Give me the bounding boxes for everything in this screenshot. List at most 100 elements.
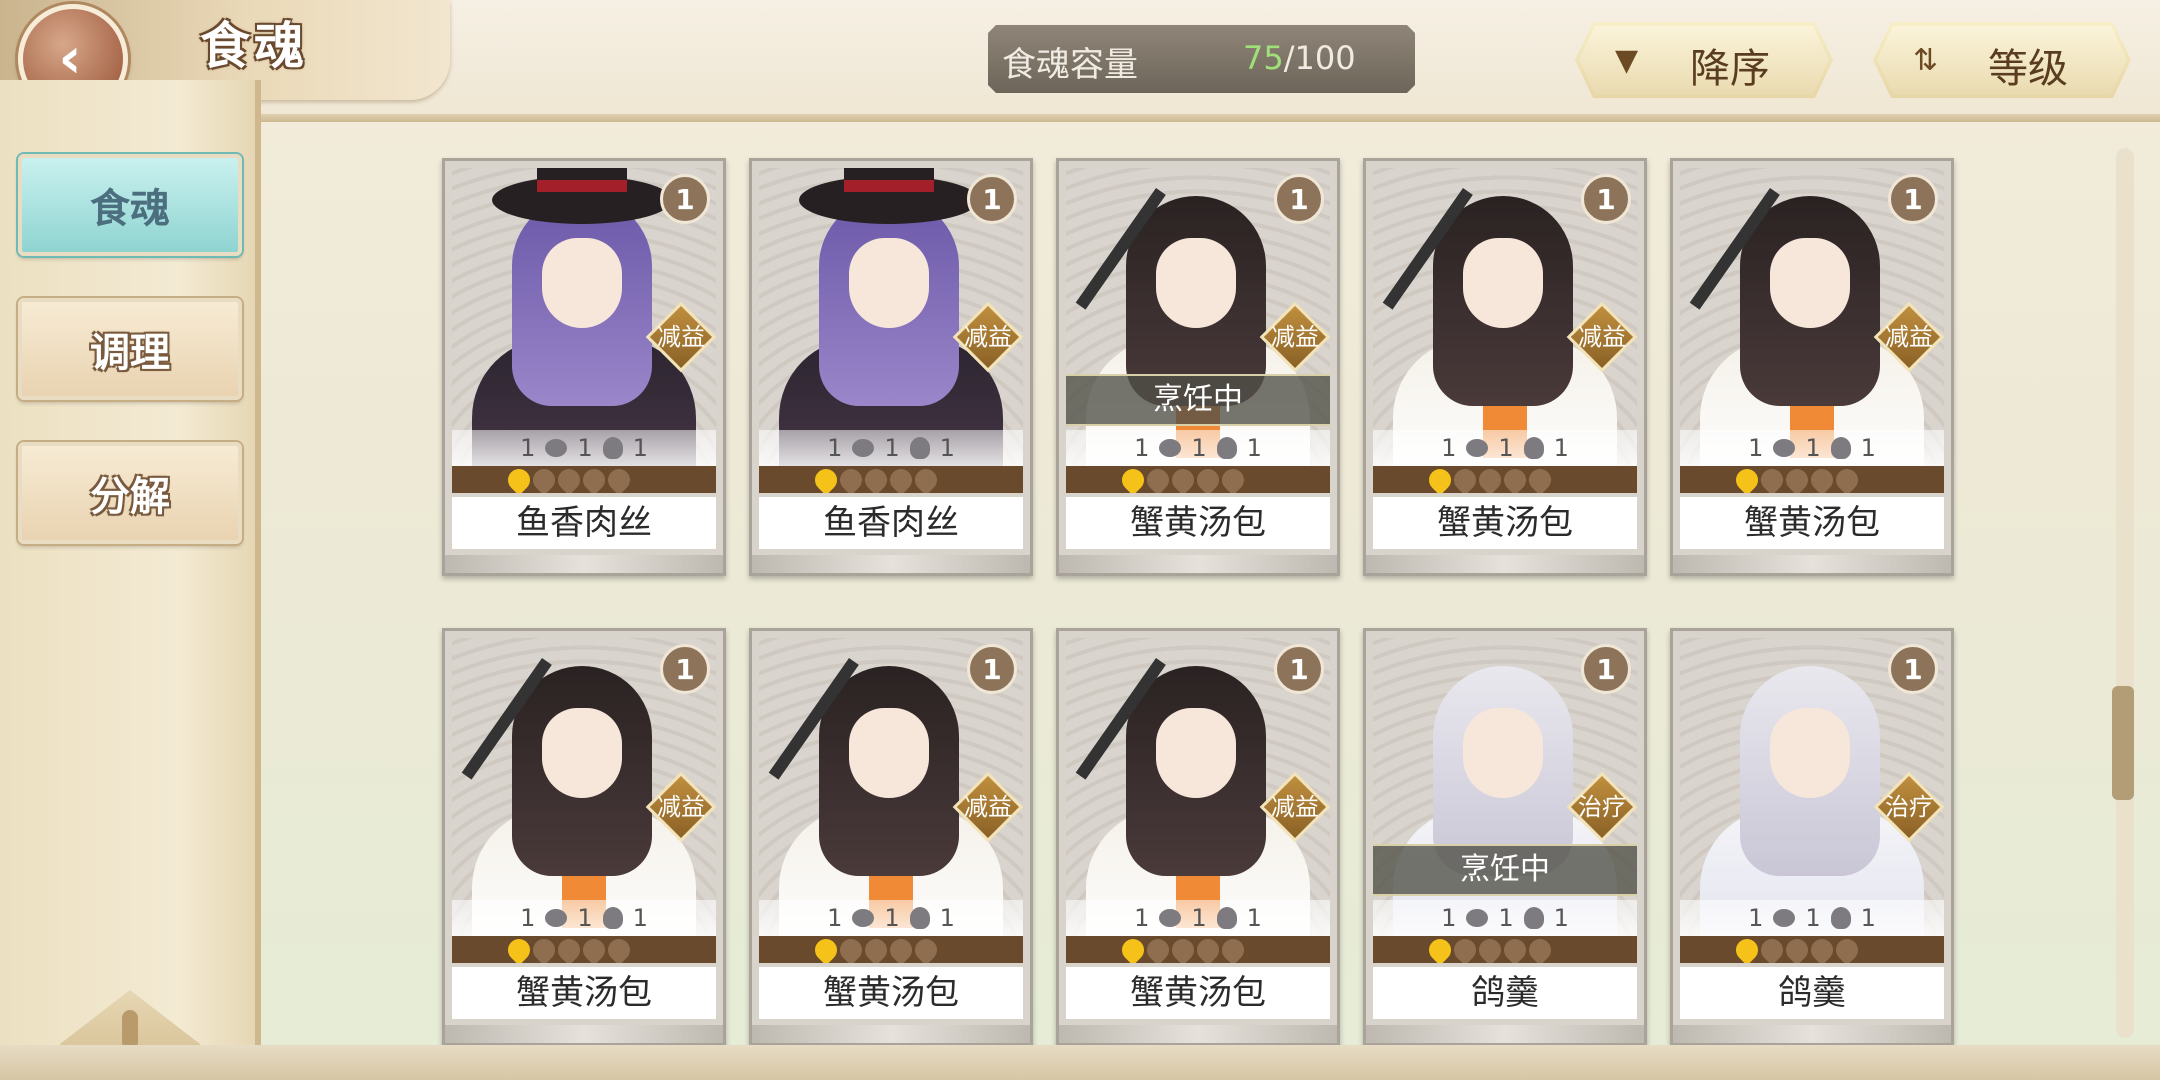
stats-row: 1 1 1 bbox=[1680, 900, 1944, 936]
card-name: 蟹黄汤包 bbox=[452, 967, 716, 1019]
flame-star-icon bbox=[1756, 934, 1788, 963]
star-rating bbox=[1373, 934, 1637, 963]
character-face bbox=[1156, 708, 1236, 798]
food-soul-card[interactable]: 1 减益 1 1 1 蟹黄汤包 bbox=[749, 628, 1033, 1046]
star-rating bbox=[759, 934, 1023, 963]
stat-value: 1 bbox=[1246, 434, 1262, 462]
card-base bbox=[1673, 1025, 1951, 1043]
star-rating bbox=[1373, 464, 1637, 493]
card-name: 鱼香肉丝 bbox=[759, 497, 1023, 549]
card-name: 蟹黄汤包 bbox=[759, 967, 1023, 1019]
scrollbar-track[interactable] bbox=[2116, 148, 2134, 1038]
flame-star-icon bbox=[810, 934, 842, 963]
role-label: 减益 bbox=[1271, 323, 1319, 351]
flame-star-icon bbox=[1474, 464, 1506, 493]
food-soul-card[interactable]: 1 减益 1 1 1 鱼香肉丝 bbox=[442, 158, 726, 576]
bottom-band bbox=[0, 1045, 2160, 1080]
stats-row: 1 1 1 bbox=[759, 900, 1023, 936]
character-portrait: 1 减益 1 1 1 bbox=[1680, 168, 1944, 493]
role-label: 减益 bbox=[1885, 323, 1933, 351]
character-face bbox=[1770, 238, 1850, 328]
stats-row: 1 1 1 bbox=[452, 900, 716, 936]
stat-value: 1 bbox=[827, 904, 843, 932]
flame-star-icon bbox=[1449, 464, 1481, 493]
food-soul-card[interactable]: 1 减益 1 1 1 鱼香肉丝 bbox=[749, 158, 1033, 576]
character-face bbox=[849, 708, 929, 798]
capacity-current: 75 bbox=[1243, 39, 1284, 77]
flame-star-icon bbox=[553, 464, 585, 493]
food-soul-card[interactable]: 1 减益 1 1 1 蟹黄汤包 bbox=[442, 628, 726, 1046]
stat-value: 1 bbox=[1498, 434, 1514, 462]
stat-value: 1 bbox=[884, 434, 900, 462]
food-soul-card[interactable]: 1 减益 1 1 1 蟹黄汤包 bbox=[1363, 158, 1647, 576]
character-portrait: 1 减益 1 1 1 bbox=[1066, 638, 1330, 963]
stat-value: 1 bbox=[1860, 434, 1876, 462]
stat-value: 1 bbox=[1191, 904, 1207, 932]
food-soul-card[interactable]: 1 治疗 1 1 1 鸽羹 bbox=[1670, 628, 1954, 1046]
stat-value: 1 bbox=[577, 434, 593, 462]
stat-drop-icon bbox=[1830, 437, 1851, 459]
sidebar-item-food-souls[interactable]: 食魂 bbox=[18, 154, 242, 256]
flame-star-icon bbox=[1117, 464, 1149, 493]
card-base bbox=[445, 1025, 723, 1043]
sort-order-button[interactable]: ▼ 降序 bbox=[1575, 22, 1833, 98]
stat-drop-icon bbox=[602, 907, 623, 929]
card-base bbox=[1366, 555, 1644, 573]
role-label: 减益 bbox=[1578, 323, 1626, 351]
page-title: 食魂 bbox=[200, 16, 308, 75]
food-soul-card[interactable]: 1 减益 烹饪中 1 1 1 蟹黄汤包 bbox=[1056, 158, 1340, 576]
stat-drop-icon bbox=[909, 907, 930, 929]
card-base bbox=[1366, 1025, 1644, 1043]
card-name: 蟹黄汤包 bbox=[1680, 497, 1944, 549]
stat-orb-icon bbox=[1159, 439, 1182, 457]
sidebar-item-cook[interactable]: 调理 bbox=[18, 298, 242, 400]
stats-row: 1 1 1 bbox=[452, 430, 716, 466]
role-badge: 减益 bbox=[955, 304, 1021, 370]
character-portrait: 1 减益 1 1 1 bbox=[452, 168, 716, 493]
flame-star-icon bbox=[1524, 464, 1556, 493]
star-rating bbox=[759, 464, 1023, 493]
sidebar-item-decompose[interactable]: 分解 bbox=[18, 442, 242, 544]
food-soul-card[interactable]: 1 减益 1 1 1 蟹黄汤包 bbox=[1670, 158, 1954, 576]
level-badge: 1 bbox=[1581, 644, 1631, 694]
card-name: 蟹黄汤包 bbox=[1066, 967, 1330, 1019]
stat-value: 1 bbox=[520, 434, 536, 462]
character-face bbox=[1463, 238, 1543, 328]
flame-star-icon bbox=[835, 934, 867, 963]
level-badge: 1 bbox=[1581, 174, 1631, 224]
cooking-status: 烹饪中 bbox=[1066, 374, 1330, 426]
character-face bbox=[542, 238, 622, 328]
card-base bbox=[445, 555, 723, 573]
flame-star-icon bbox=[885, 464, 917, 493]
flame-star-icon bbox=[1781, 464, 1813, 493]
stat-value: 1 bbox=[939, 904, 955, 932]
role-label: 减益 bbox=[657, 793, 705, 821]
flame-star-icon bbox=[1499, 464, 1531, 493]
stat-value: 1 bbox=[1441, 434, 1457, 462]
role-badge: 减益 bbox=[648, 304, 714, 370]
character-portrait: 1 减益 烹饪中 1 1 1 bbox=[1066, 168, 1330, 493]
role-badge: 治疗 bbox=[1569, 774, 1635, 840]
stat-drop-icon bbox=[602, 437, 623, 459]
sort-level-button[interactable]: ⇅ 等级 bbox=[1873, 22, 2131, 98]
flame-star-icon bbox=[603, 464, 635, 493]
stat-value: 1 bbox=[827, 434, 843, 462]
role-badge: 减益 bbox=[1569, 304, 1635, 370]
flame-star-icon bbox=[1806, 464, 1838, 493]
stat-value: 1 bbox=[1553, 904, 1569, 932]
top-hat bbox=[492, 168, 672, 224]
food-soul-card[interactable]: 1 治疗 烹饪中 1 1 1 鸽羹 bbox=[1363, 628, 1647, 1046]
stat-value: 1 bbox=[1748, 434, 1764, 462]
food-soul-grid: 1 减益 1 1 1 鱼香肉丝 1 减益 1 1 1 鱼香肉丝 1 减益 烹饪中 1 1 1 蟹黄汤包 1 减益 1 1 1 蟹… bbox=[262, 128, 2112, 1048]
triangle-down-icon: ▼ bbox=[1615, 42, 1639, 78]
food-soul-card[interactable]: 1 减益 1 1 1 蟹黄汤包 bbox=[1056, 628, 1340, 1046]
card-name: 鸽羹 bbox=[1680, 967, 1944, 1019]
stat-orb-icon bbox=[1159, 909, 1182, 927]
character-portrait: 1 治疗 烹饪中 1 1 1 bbox=[1373, 638, 1637, 963]
character-face bbox=[1156, 238, 1236, 328]
stats-row: 1 1 1 bbox=[1066, 900, 1330, 936]
flame-star-icon bbox=[1217, 934, 1249, 963]
stat-drop-icon bbox=[1523, 437, 1544, 459]
scrollbar-thumb[interactable] bbox=[2112, 686, 2134, 800]
role-label: 减益 bbox=[1271, 793, 1319, 821]
